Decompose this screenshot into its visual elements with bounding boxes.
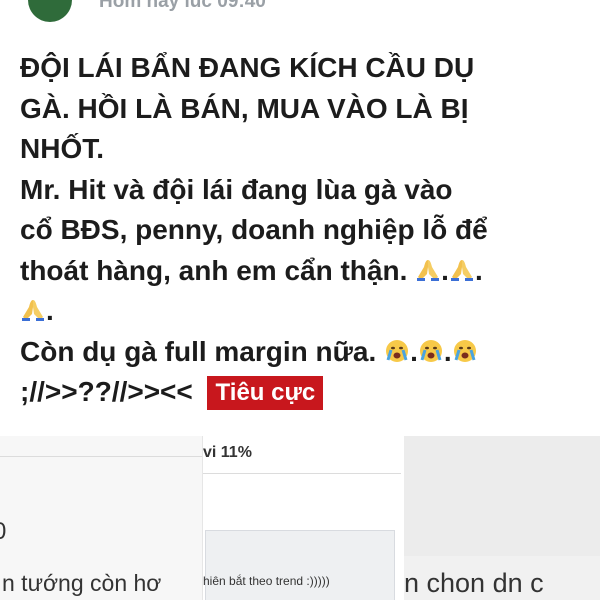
praying-hands-icon [450, 259, 473, 281]
divider [0, 456, 202, 457]
attached-image-2[interactable]: vi 11% hiên bắt theo trend :))))) [202, 436, 401, 600]
post-line: GÀ. HỒI LÀ BÁN, MUA VÀO LÀ BỊ [20, 92, 469, 124]
image-text-percent: vi 11% [203, 444, 252, 461]
post-header: Hôm nay lúc 09:40 [0, 0, 600, 28]
post-line: ;//>>??//>><< Tiêu cực [20, 372, 592, 413]
post-line: . [20, 291, 592, 332]
divider [203, 473, 401, 474]
crying-face-icon [386, 339, 409, 362]
praying-hands-icon [22, 300, 44, 321]
post-line: NHỐT. [20, 133, 104, 164]
comment-box [205, 530, 395, 600]
post-line: cổ BĐS, penny, doanh nghiệp lỗ để [20, 214, 488, 245]
image-text: hiên bắt theo trend :))))) [203, 574, 330, 588]
crying-face-icon [419, 339, 442, 362]
post-line: Mr. Hit và đội lái đang lùa gà vào [20, 173, 453, 205]
post-body: ĐỘI LÁI BẨN ĐANG KÍCH CẦU DỤ GÀ. HỒI LÀ … [20, 48, 592, 413]
image-text: n tướng còn hơ [2, 570, 162, 596]
post-line-text: Còn dụ gà full margin nữa. [20, 335, 377, 367]
post-line: ĐỘI LÁI BẨN ĐANG KÍCH CẦU DỤ [20, 52, 475, 83]
post-line-text: thoát hàng, anh em cẩn thận. [20, 254, 408, 286]
post-timestamp[interactable]: Hôm nay lúc 09:40 [99, 0, 266, 13]
dot-separator: . [46, 295, 54, 326]
attached-image-3[interactable]: n chon dn c [404, 436, 600, 600]
dot-separator: . [441, 254, 449, 286]
sentiment-badge[interactable]: Tiêu cực [206, 376, 324, 410]
attached-image-1[interactable]: 0 n tướng còn hơ [0, 436, 202, 600]
post-line: thoát hàng, anh em cẩn thận. . . [20, 251, 592, 292]
image-text-zero: 0 [0, 518, 6, 546]
avatar[interactable] [28, 0, 72, 22]
post-line-text: ;//>>??//>><< [20, 376, 193, 407]
praying-hands-icon [417, 259, 440, 281]
image-background [404, 436, 600, 556]
dot-separator: . [443, 335, 452, 367]
dot-separator: . [410, 335, 418, 367]
post-line: Còn dụ gà full margin nữa. . . [20, 332, 592, 373]
dot-separator: . [474, 254, 483, 286]
image-text: n chon dn c [404, 568, 544, 598]
crying-face-icon [453, 339, 476, 362]
